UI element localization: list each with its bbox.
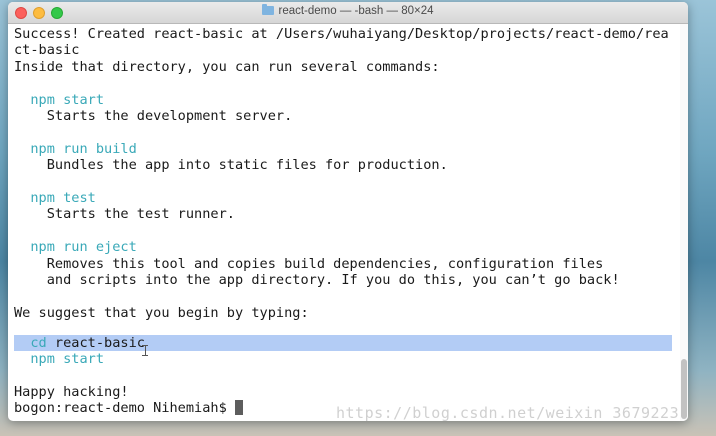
output-line: Starts the development server. — [14, 108, 293, 124]
output-line: Inside that directory, you can run sever… — [14, 58, 440, 75]
command-npm-start-2: npm start — [30, 351, 105, 368]
output-line: Happy hacking! — [14, 384, 129, 400]
scrollbar-thumb[interactable] — [681, 359, 687, 419]
terminal-window[interactable]: react-demo — -bash — 80×24 Success! Crea… — [8, 2, 688, 421]
shell-prompt: bogon:react-demo Nihemiah$ — [14, 400, 235, 417]
terminal-output[interactable]: Success! Created react-basic at /Users/w… — [8, 24, 680, 421]
output-line: Bundles the app into static files for pr… — [14, 157, 448, 174]
output-line: We suggest that you begin by typing: — [14, 304, 309, 321]
output-line: Starts the test runner. — [14, 206, 235, 223]
command-cd: cd — [30, 334, 47, 351]
watermark: https://blog.csdn.net/weixin_3679223 — [336, 404, 680, 422]
text-cursor — [234, 400, 244, 416]
command-cd-argument: react-basic — [46, 334, 145, 351]
command-npm-run-build: npm run build — [30, 140, 137, 157]
folder-icon — [262, 4, 275, 15]
window-title: react-demo — -bash — 80×24 — [278, 5, 434, 17]
window-title-area: react-demo — -bash — 80×24 — [8, 4, 688, 17]
output-line: ct-basic — [14, 42, 80, 59]
command-npm-start: npm start — [30, 91, 105, 108]
command-line: npm start — [14, 351, 104, 367]
output-line: Removes this tool and copies build depen… — [14, 255, 604, 272]
command-line: npm test — [14, 190, 96, 206]
ibeam-cursor-icon — [142, 345, 148, 356]
selected-command-line[interactable]: cd react-basic — [14, 335, 145, 351]
prompt-line[interactable]: bogon:react-demo Nihemiah$ — [14, 400, 244, 417]
command-npm-run-eject: npm run eject — [30, 239, 137, 256]
command-npm-test: npm test — [30, 190, 96, 206]
output-line: Success! Created react-basic at /Users/w… — [14, 26, 669, 42]
command-line: npm run eject — [14, 239, 137, 256]
command-line: npm run build — [14, 140, 137, 157]
vertical-scrollbar[interactable] — [680, 24, 688, 421]
title-bar[interactable]: react-demo — -bash — 80×24 — [8, 2, 688, 24]
command-line: npm start — [14, 92, 104, 108]
output-line: and scripts into the app directory. If y… — [14, 272, 620, 288]
